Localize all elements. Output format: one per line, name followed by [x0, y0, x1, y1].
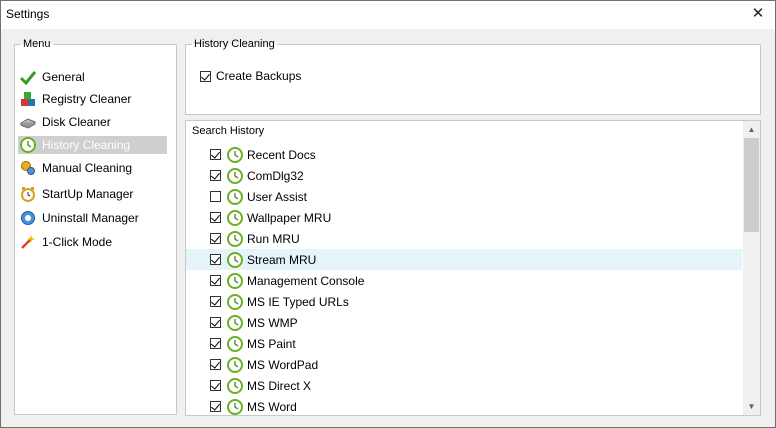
clock-icon — [227, 377, 243, 394]
search-history-item[interactable]: MS WordPad — [186, 354, 742, 375]
create-backups-label: Create Backups — [216, 69, 302, 83]
clock-icon — [227, 209, 243, 226]
scroll-down-button[interactable]: ▼ — [743, 398, 760, 415]
menu-item-history-cleaning[interactable]: History Cleaning — [18, 136, 167, 154]
clock-icon — [227, 398, 243, 415]
menu-list: General Registry Cleaner Disk Cleaner Histo… — [14, 38, 175, 413]
search-history-item[interactable]: MS Paint — [186, 333, 742, 354]
item-checkbox[interactable] — [210, 338, 221, 349]
menu-item-disk-cleaner[interactable]: Disk Cleaner — [18, 113, 167, 131]
clock-icon — [227, 272, 243, 289]
magic-wand-icon — [20, 234, 36, 250]
history-cleaning-legend: History Cleaning — [194, 38, 275, 50]
clock-icon — [227, 314, 243, 331]
clock-icon — [227, 230, 243, 247]
uninstall-icon — [20, 210, 36, 226]
item-label: ComDlg32 — [247, 168, 304, 183]
item-checkbox[interactable] — [210, 359, 221, 370]
item-checkbox[interactable] — [210, 191, 221, 202]
item-checkbox[interactable] — [210, 233, 221, 244]
vertical-scrollbar[interactable]: ▲ ▼ — [743, 121, 760, 415]
scroll-up-button[interactable]: ▲ — [743, 121, 760, 138]
menu-item-general[interactable]: General — [18, 68, 167, 86]
checkmark-icon — [19, 69, 37, 86]
item-label: Stream MRU — [247, 252, 317, 267]
window-title: Settings — [6, 7, 50, 21]
search-history-item[interactable]: Recent Docs — [186, 144, 742, 165]
menu-item-label: History Cleaning — [42, 138, 131, 152]
gears-icon — [20, 160, 36, 176]
item-label: User Assist — [247, 189, 308, 204]
item-checkbox[interactable] — [210, 401, 221, 412]
menu-item-label: StartUp Manager — [42, 187, 134, 201]
item-label: Recent Docs — [247, 147, 316, 162]
item-checkbox[interactable] — [210, 317, 221, 328]
search-history-panel: Search History Recent Docs ComDlg32 User A… — [185, 120, 761, 416]
menu-item-label: Registry Cleaner — [42, 92, 132, 106]
item-label: Management Console — [247, 273, 365, 288]
menu-item-label: General — [42, 70, 85, 84]
search-history-item[interactable]: ComDlg32 — [186, 165, 742, 186]
item-checkbox[interactable] — [210, 275, 221, 286]
item-checkbox[interactable] — [210, 296, 221, 307]
search-history-item[interactable]: Wallpaper MRU — [186, 207, 742, 228]
search-history-item[interactable]: MS Word — [186, 396, 742, 415]
search-history-item[interactable]: Stream MRU — [186, 249, 742, 270]
clock-icon — [227, 335, 243, 352]
menu-item-1-click-mode[interactable]: 1-Click Mode — [18, 233, 167, 251]
menu-item-startup-manager[interactable]: StartUp Manager — [18, 185, 167, 203]
item-label: MS WordPad — [247, 357, 319, 372]
clock-icon — [227, 356, 243, 373]
clock-icon — [227, 167, 243, 184]
search-history-item[interactable]: Management Console — [186, 270, 742, 291]
item-label: MS IE Typed URLs — [247, 294, 349, 309]
search-history-item[interactable]: MS IE Typed URLs — [186, 291, 742, 312]
menu-item-label: Manual Cleaning — [42, 161, 133, 175]
clock-icon — [227, 146, 243, 163]
item-checkbox[interactable] — [210, 149, 221, 160]
search-history-title: Search History — [192, 125, 265, 137]
clock-icon — [20, 137, 36, 153]
search-history-item[interactable]: MS WMP — [186, 312, 742, 333]
startup-clock-icon — [20, 186, 36, 202]
menu-item-label: 1-Click Mode — [42, 235, 113, 249]
search-history-item[interactable]: User Assist — [186, 186, 742, 207]
menu-item-manual-cleaning[interactable]: Manual Cleaning — [18, 159, 167, 177]
clock-icon — [227, 293, 243, 310]
disk-icon — [19, 114, 37, 130]
item-label: MS Word — [247, 399, 297, 414]
search-history-item[interactable]: Run MRU — [186, 228, 742, 249]
item-checkbox[interactable] — [210, 380, 221, 391]
search-history-item[interactable]: MS Direct X — [186, 375, 742, 396]
item-checkbox[interactable] — [210, 170, 221, 181]
item-label: Run MRU — [247, 231, 300, 246]
create-backups-checkbox[interactable] — [200, 70, 211, 82]
item-label: MS WMP — [247, 315, 298, 330]
clock-icon — [227, 251, 243, 268]
scroll-thumb[interactable] — [744, 138, 759, 232]
item-label: Wallpaper MRU — [247, 210, 332, 225]
item-checkbox[interactable] — [210, 254, 221, 265]
create-backups-option[interactable]: Create Backups — [200, 69, 301, 83]
menu-item-label: Uninstall Manager — [42, 211, 139, 225]
clock-icon — [227, 188, 243, 205]
menu-item-label: Disk Cleaner — [42, 115, 111, 129]
menu-item-registry-cleaner[interactable]: Registry Cleaner — [18, 90, 167, 108]
item-label: MS Direct X — [247, 378, 312, 393]
title-bar: Settings ✕ — [1, 1, 775, 29]
registry-cubes-icon — [20, 91, 36, 107]
menu-item-uninstall-manager[interactable]: Uninstall Manager — [18, 209, 167, 227]
close-button[interactable]: ✕ — [747, 4, 769, 24]
item-checkbox[interactable] — [210, 212, 221, 223]
item-label: MS Paint — [247, 336, 296, 351]
